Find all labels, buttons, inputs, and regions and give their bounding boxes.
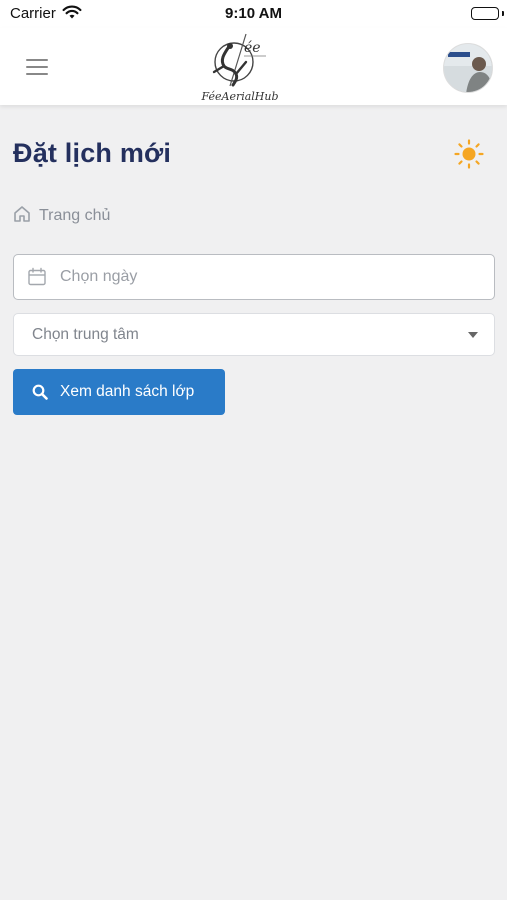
center-select-value: Chọn trung tâm <box>32 325 139 343</box>
center-select[interactable]: Chọn trung tâm <box>13 313 495 356</box>
date-picker-field[interactable] <box>13 254 495 300</box>
avatar-photo-icon <box>444 44 492 92</box>
clock-time: 9:10 AM <box>225 5 282 22</box>
aerial-dancer-logo-icon: ée <box>212 33 266 87</box>
theme-toggle-button[interactable] <box>454 139 484 169</box>
status-bar: Carrier 9:10 AM <box>0 0 507 28</box>
breadcrumb: Trang chủ <box>13 205 110 227</box>
battery-icon <box>471 7 499 20</box>
home-icon[interactable] <box>13 205 31 228</box>
app-header: ée FéeAerialHub <box>0 28 507 105</box>
date-input[interactable] <box>60 268 460 286</box>
svg-text:ée: ée <box>244 40 261 56</box>
hamburger-menu-button[interactable] <box>26 59 48 75</box>
breadcrumb-home-link[interactable]: Trang chủ <box>39 207 110 225</box>
calendar-icon <box>27 267 47 287</box>
user-avatar[interactable] <box>443 43 493 93</box>
battery-tip <box>502 11 504 16</box>
brand-logo[interactable]: ée FéeAerialHub <box>200 32 280 104</box>
chevron-down-icon <box>468 332 478 338</box>
page-title: Đặt lịch mới <box>13 138 172 168</box>
view-class-list-label: Xem danh sách lớp <box>60 383 195 400</box>
search-icon <box>32 384 48 400</box>
sun-icon <box>454 139 484 169</box>
brand-name: FéeAerialHub <box>201 90 279 103</box>
view-class-list-button[interactable]: Xem danh sách lớp <box>13 369 225 415</box>
